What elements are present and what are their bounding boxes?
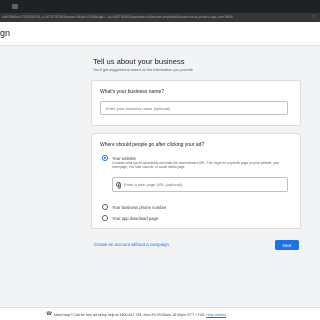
page-title: Tell us about your business [93,57,185,66]
destination-question: Where should people go after clicking yo… [100,142,205,148]
create-account-without-campaign-link[interactable]: Create an account without a campaign [94,242,169,247]
help-text: Need help? Call for free ad setup help a… [54,312,206,317]
address-bar[interactable]: c0d0?86Aw=1703025970&_u=4070778750&sourc… [0,13,320,22]
radio-phone[interactable] [102,204,108,210]
page-subtitle: You'll get suggestions based on the info… [93,68,194,72]
website-url-input[interactable] [124,179,284,190]
phone-icon: ☎ [46,311,53,317]
globe-icon [116,182,122,190]
browser-tab[interactable] [12,4,18,9]
business-name-question: What's your business name? [100,89,165,95]
help-footer: ☎ Need help? Call for free ad setup help… [0,307,320,320]
browser-tab-strip [0,0,320,13]
app-header-title: gn [0,28,11,38]
option-website-description: Consider what you're advertising and ent… [112,161,280,170]
radio-app[interactable] [102,215,108,221]
option-phone-label: Your business phone number [112,204,167,210]
option-app-label: Your app download page [112,215,159,221]
next-button[interactable]: Next [275,240,299,250]
radio-website[interactable] [102,155,108,161]
business-name-input[interactable] [100,101,288,115]
help-text-line: Need help? Call for free ad setup help a… [54,313,226,317]
help-articles-link[interactable]: Help articles [206,313,226,317]
address-bar-url: c0d0?86Aw=1703025970&_u=4070778750&sourc… [2,15,234,19]
app-header: gn [0,22,320,46]
bookmark-star-icon[interactable]: ☆ [312,13,316,22]
option-website-label: Your website [112,155,136,161]
